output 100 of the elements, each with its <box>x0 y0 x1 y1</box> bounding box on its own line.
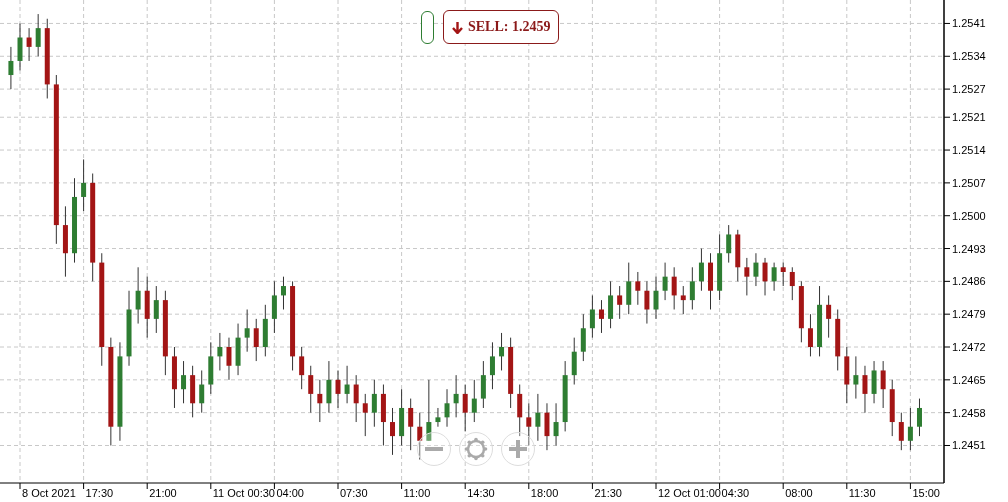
candlestick <box>871 360 877 404</box>
candlestick <box>744 257 750 296</box>
candlestick <box>553 402 559 446</box>
time-label: 08:00 <box>785 487 813 499</box>
candlestick <box>789 266 795 301</box>
candlestick <box>589 294 595 339</box>
candlestick <box>244 309 250 353</box>
candlestick <box>280 276 286 310</box>
candlestick <box>826 294 832 339</box>
candlestick <box>907 407 913 451</box>
candlestick <box>762 257 768 296</box>
candlestick <box>608 280 614 329</box>
candlestick <box>580 313 586 362</box>
time-label: 07:30 <box>340 487 368 499</box>
candlestick <box>253 318 259 362</box>
time-label: 11:30 <box>848 487 876 499</box>
price-label: 1.2493 <box>952 242 986 255</box>
candlestick <box>353 374 359 423</box>
candlestick <box>8 46 14 90</box>
candlestick <box>335 369 341 409</box>
candlestick <box>426 379 432 442</box>
candlestick <box>771 262 777 292</box>
candlestick <box>689 266 695 310</box>
candlestick <box>862 365 868 414</box>
candlestick <box>308 365 314 414</box>
price-label: 1.2527 <box>952 83 986 96</box>
candlestick <box>480 360 486 409</box>
candlestick <box>26 27 32 62</box>
candlestick <box>444 388 450 428</box>
candlestick <box>644 280 650 325</box>
candlestick <box>271 280 277 334</box>
candlestick <box>199 369 205 414</box>
price-label: 1.2500 <box>952 209 986 222</box>
price-label: 1.2465 <box>952 373 986 386</box>
candlestick <box>517 384 523 437</box>
candlestick <box>853 355 859 400</box>
candlestick <box>753 252 759 287</box>
candlestick <box>317 379 323 423</box>
candlestick <box>662 262 668 301</box>
candlestick <box>181 360 187 404</box>
candlestick <box>435 407 441 428</box>
candlestick <box>626 262 632 315</box>
price-label: 1.2458 <box>952 406 986 419</box>
time-label: 21:00 <box>149 487 177 499</box>
time-label: 04:30 <box>721 487 750 499</box>
candlestick <box>499 332 505 371</box>
price-label: 1.2451 <box>952 439 986 452</box>
price-label: 1.2521 <box>952 111 986 124</box>
candlestick <box>571 337 577 386</box>
time-label: 11:00 <box>403 487 431 499</box>
candlestick <box>408 398 414 451</box>
candlestick <box>17 22 23 71</box>
time-label: 21:30 <box>594 487 622 499</box>
candlestick <box>544 402 550 451</box>
price-label: 1.2486 <box>952 275 986 288</box>
price-label: 1.2479 <box>952 308 986 321</box>
candlestick <box>462 384 468 432</box>
candlestick <box>916 398 922 437</box>
price-label: 1.2541 <box>952 17 986 30</box>
sell-button[interactable]: SELL: 1.2459 <box>443 10 560 44</box>
candlestick <box>489 341 495 390</box>
candlestick <box>898 412 904 451</box>
time-label: 8 Oct 2021 <box>22 487 76 499</box>
candlestick <box>326 360 332 414</box>
candlestick <box>526 402 532 446</box>
candlestick <box>390 407 396 456</box>
candlestick <box>680 285 686 315</box>
candlestick <box>471 379 477 423</box>
candlestick <box>617 285 623 320</box>
candlestick <box>226 337 232 381</box>
candlestick <box>780 262 786 287</box>
candlestick <box>299 346 305 390</box>
time-label: 04:00 <box>276 487 304 499</box>
price-label: 1.2472 <box>952 341 986 353</box>
time-label: 18:00 <box>530 487 559 499</box>
candlestick <box>698 248 704 292</box>
candlestick <box>417 412 423 461</box>
candlestick <box>217 332 223 371</box>
candlestick <box>81 158 87 212</box>
time-label: 17:30 <box>85 487 114 499</box>
candlestick <box>362 393 368 437</box>
candlestick <box>35 13 41 57</box>
price-label: 1.2507 <box>952 176 986 189</box>
price-label: 1.2534 <box>952 50 986 63</box>
candlestick <box>598 299 604 334</box>
time-label: 12 Oct 01:00 <box>658 487 721 499</box>
candlestick <box>726 224 732 264</box>
time-label: 15:00 <box>912 487 940 499</box>
candlestick <box>671 266 677 310</box>
candlestick <box>635 271 641 306</box>
candlestick <box>453 374 459 418</box>
price-label: 1.2514 <box>952 144 986 157</box>
candlestick <box>344 365 350 404</box>
candlestick <box>135 266 141 325</box>
candlestick <box>371 379 377 428</box>
candlestick <box>535 393 541 442</box>
candlestick <box>653 276 659 320</box>
candlestick <box>807 313 813 357</box>
candlestick <box>880 360 886 409</box>
time-label: 14:30 <box>467 487 495 499</box>
